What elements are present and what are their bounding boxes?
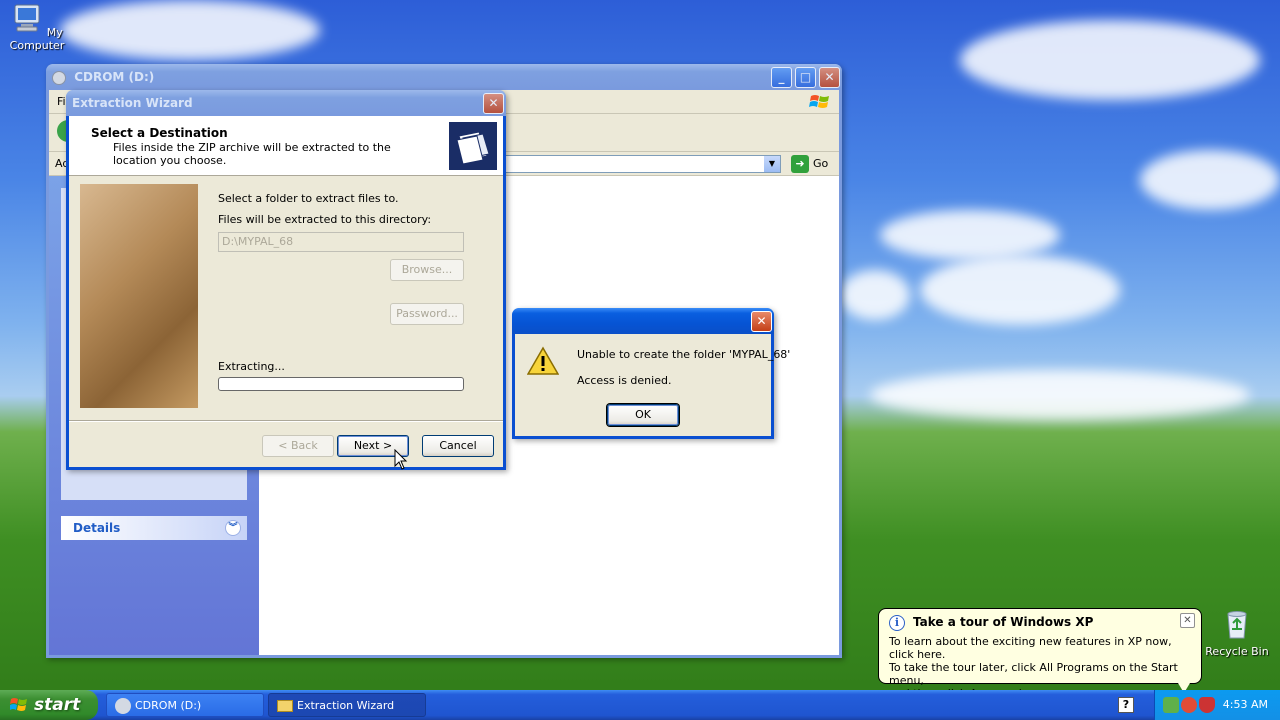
balloon-line: To learn about the exciting new features… bbox=[889, 635, 1172, 661]
windows-logo-icon bbox=[809, 95, 829, 108]
taskbar-button-extraction-wizard[interactable]: Extraction Wizard bbox=[268, 693, 426, 717]
start-label: start bbox=[34, 695, 81, 715]
details-label: Details bbox=[73, 521, 121, 535]
chevron-down-icon[interactable]: ︾ bbox=[225, 520, 241, 536]
tour-balloon[interactable]: i Take a tour of Windows XP ✕ To learn a… bbox=[878, 608, 1202, 700]
warning-icon bbox=[527, 346, 559, 375]
zip-folders-icon bbox=[449, 122, 497, 170]
directory-label: Files will be extracted to this director… bbox=[218, 213, 432, 226]
details-panel-header[interactable]: Details ︾ bbox=[61, 516, 247, 540]
desktop-icon-my-computer[interactable]: My Computer bbox=[0, 2, 74, 52]
minimize-button[interactable]: _ bbox=[771, 67, 792, 88]
recycle-bin-icon bbox=[1227, 611, 1247, 639]
go-arrow-icon: ➜ bbox=[791, 155, 809, 173]
start-button[interactable]: start bbox=[0, 690, 98, 720]
taskbar-button-cdrom[interactable]: CDROM (D:) bbox=[106, 693, 264, 717]
maximize-button[interactable]: □ bbox=[795, 67, 816, 88]
mouse-cursor-icon bbox=[394, 449, 408, 470]
browse-button[interactable]: Browse... bbox=[390, 259, 464, 281]
network-icon[interactable] bbox=[1163, 697, 1179, 713]
wizard-step-title: Select a Destination bbox=[91, 126, 228, 140]
cancel-button[interactable]: Cancel bbox=[422, 435, 494, 457]
back-button[interactable]: < Back bbox=[262, 435, 334, 457]
explorer-titlebar[interactable]: CDROM (D:) _ □ ✕ bbox=[46, 64, 842, 90]
close-button[interactable]: ✕ bbox=[819, 67, 840, 88]
extraction-progress-bar bbox=[218, 377, 464, 391]
folder-icon bbox=[277, 700, 293, 712]
error-dialog-titlebar[interactable]: ✕ bbox=[512, 308, 774, 334]
system-tray: 4:53 AM bbox=[1154, 690, 1280, 720]
extraction-wizard-window: Extraction Wizard ✕ Select a Destination… bbox=[66, 90, 506, 470]
go-label: Go bbox=[813, 157, 829, 170]
cd-drive-icon bbox=[52, 70, 66, 85]
window-title: CDROM (D:) bbox=[74, 70, 155, 84]
password-button[interactable]: Password... bbox=[390, 303, 464, 325]
window-title: Extraction Wizard bbox=[72, 96, 193, 110]
wizard-separator bbox=[69, 420, 503, 422]
close-button[interactable]: ✕ bbox=[483, 93, 504, 114]
wizard-step-subtitle: Files inside the ZIP archive will be ext… bbox=[113, 141, 391, 167]
info-icon: i bbox=[889, 615, 905, 631]
error-message: Unable to create the folder 'MYPAL_68' bbox=[577, 348, 791, 361]
ok-button[interactable]: OK bbox=[607, 404, 679, 426]
desktop-icon-recycle-bin[interactable]: Recycle Bin bbox=[1200, 608, 1274, 658]
help-icon[interactable]: ? bbox=[1118, 697, 1134, 713]
shield-icon[interactable] bbox=[1199, 697, 1215, 713]
close-button[interactable]: ✕ bbox=[751, 311, 772, 332]
taskbar: start CDROM (D:) Extraction Wizard ? 4:5… bbox=[0, 690, 1280, 720]
error-detail: Access is denied. bbox=[577, 374, 672, 387]
desktop-icon-label: Recycle Bin bbox=[1205, 645, 1269, 658]
chevron-down-icon[interactable]: ▼ bbox=[764, 156, 780, 172]
balloon-title: Take a tour of Windows XP bbox=[913, 615, 1094, 629]
taskbar-button-label: Extraction Wizard bbox=[297, 699, 395, 712]
cd-drive-icon bbox=[115, 698, 131, 714]
folder-prompt: Select a folder to extract files to. bbox=[218, 192, 399, 205]
computer-icon bbox=[14, 4, 40, 32]
taskbar-button-label: CDROM (D:) bbox=[135, 699, 202, 712]
wizard-header: Select a Destination Files inside the ZI… bbox=[69, 116, 503, 176]
go-button[interactable]: ➜ Go bbox=[791, 154, 828, 174]
clock[interactable]: 4:53 AM bbox=[1223, 690, 1268, 720]
error-dialog: ✕ Unable to create the folder 'MYPAL_68'… bbox=[512, 308, 790, 439]
balloon-line: To take the tour later, click All Progra… bbox=[889, 661, 1178, 687]
menu-file[interactable]: Fi bbox=[57, 95, 66, 108]
extracting-label: Extracting... bbox=[218, 360, 285, 373]
close-icon[interactable]: ✕ bbox=[1180, 613, 1195, 628]
wizard-side-image bbox=[80, 184, 198, 408]
security-alert-icon[interactable] bbox=[1181, 697, 1197, 713]
wizard-titlebar[interactable]: Extraction Wizard ✕ bbox=[66, 90, 506, 116]
windows-logo-icon bbox=[10, 698, 27, 711]
directory-field[interactable]: D:\MYPAL_68 bbox=[218, 232, 464, 252]
